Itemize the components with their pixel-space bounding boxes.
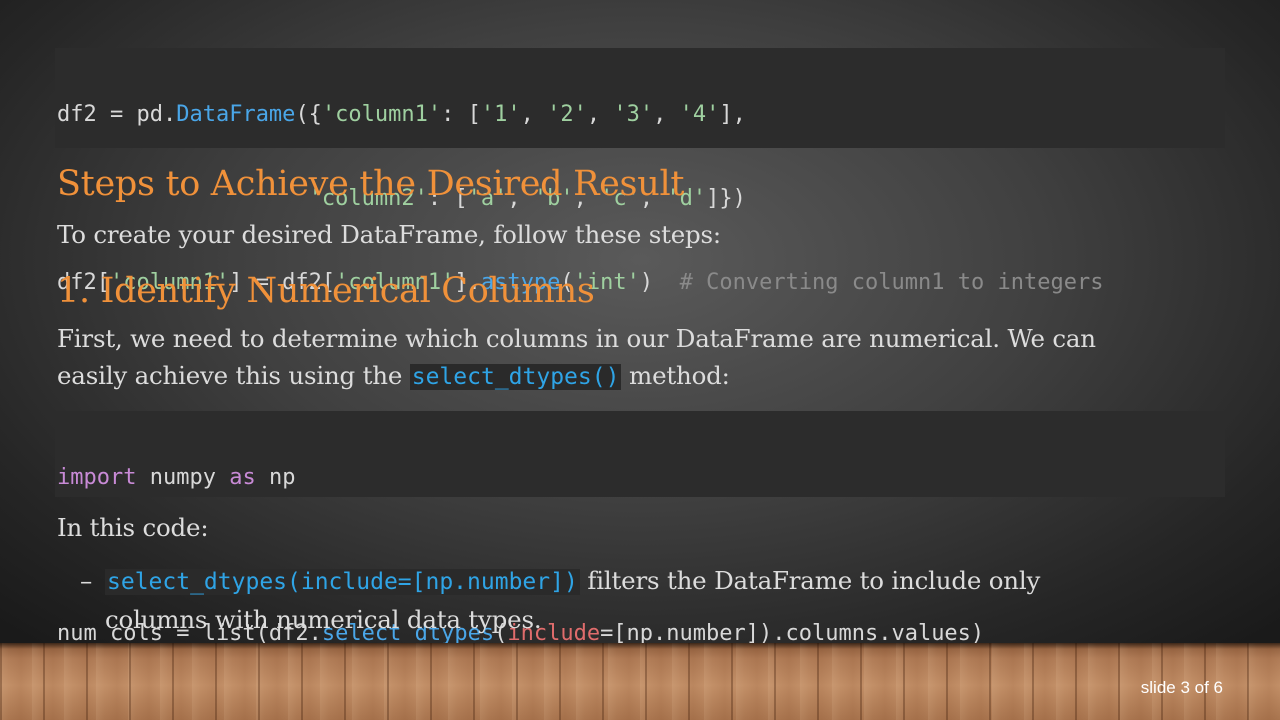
wood-floor-decoration xyxy=(0,643,1280,720)
code-block-dataframe: df2 = pd.DataFrame({'column1': ['1', '2'… xyxy=(55,48,1225,295)
intro-text: To create your desired DataFrame, follow… xyxy=(57,220,721,249)
step-description-line2: easily achieve this using the xyxy=(57,361,410,390)
inline-code-select-dtypes-include: select_dtypes(include=[np.number]) xyxy=(105,569,580,595)
step-description: First, we need to determine which column… xyxy=(57,320,1227,396)
bullet-text-line2: columns with numerical data types. xyxy=(105,605,542,634)
bullet-dash: – xyxy=(80,566,93,595)
step-description-line1: First, we need to determine which column… xyxy=(57,324,1096,353)
section-heading: Steps to Achieve the Desired Result xyxy=(57,164,685,204)
step-heading: 1. Identify Numerical Columns xyxy=(57,271,595,311)
inline-code-select-dtypes: select_dtypes() xyxy=(409,364,622,390)
code-line: df2 = pd.DataFrame({'column1': ['1', '2'… xyxy=(57,102,746,127)
code-block-numpy: import numpy as np num_cols = list(df2.s… xyxy=(55,411,1225,646)
slide-number: slide 3 of 6 xyxy=(1140,678,1223,697)
bullet-body: select_dtypes(include=[np.number]) filte… xyxy=(105,562,1175,638)
bullet-text-line1: filters the DataFrame to include only xyxy=(579,566,1041,595)
step-description-line2-end: method: xyxy=(621,361,730,390)
slide: df2 = pd.DataFrame({'column1': ['1', '2'… xyxy=(0,0,1280,720)
in-this-code-label: In this code: xyxy=(57,513,209,542)
code-line: import numpy as np xyxy=(57,465,296,490)
